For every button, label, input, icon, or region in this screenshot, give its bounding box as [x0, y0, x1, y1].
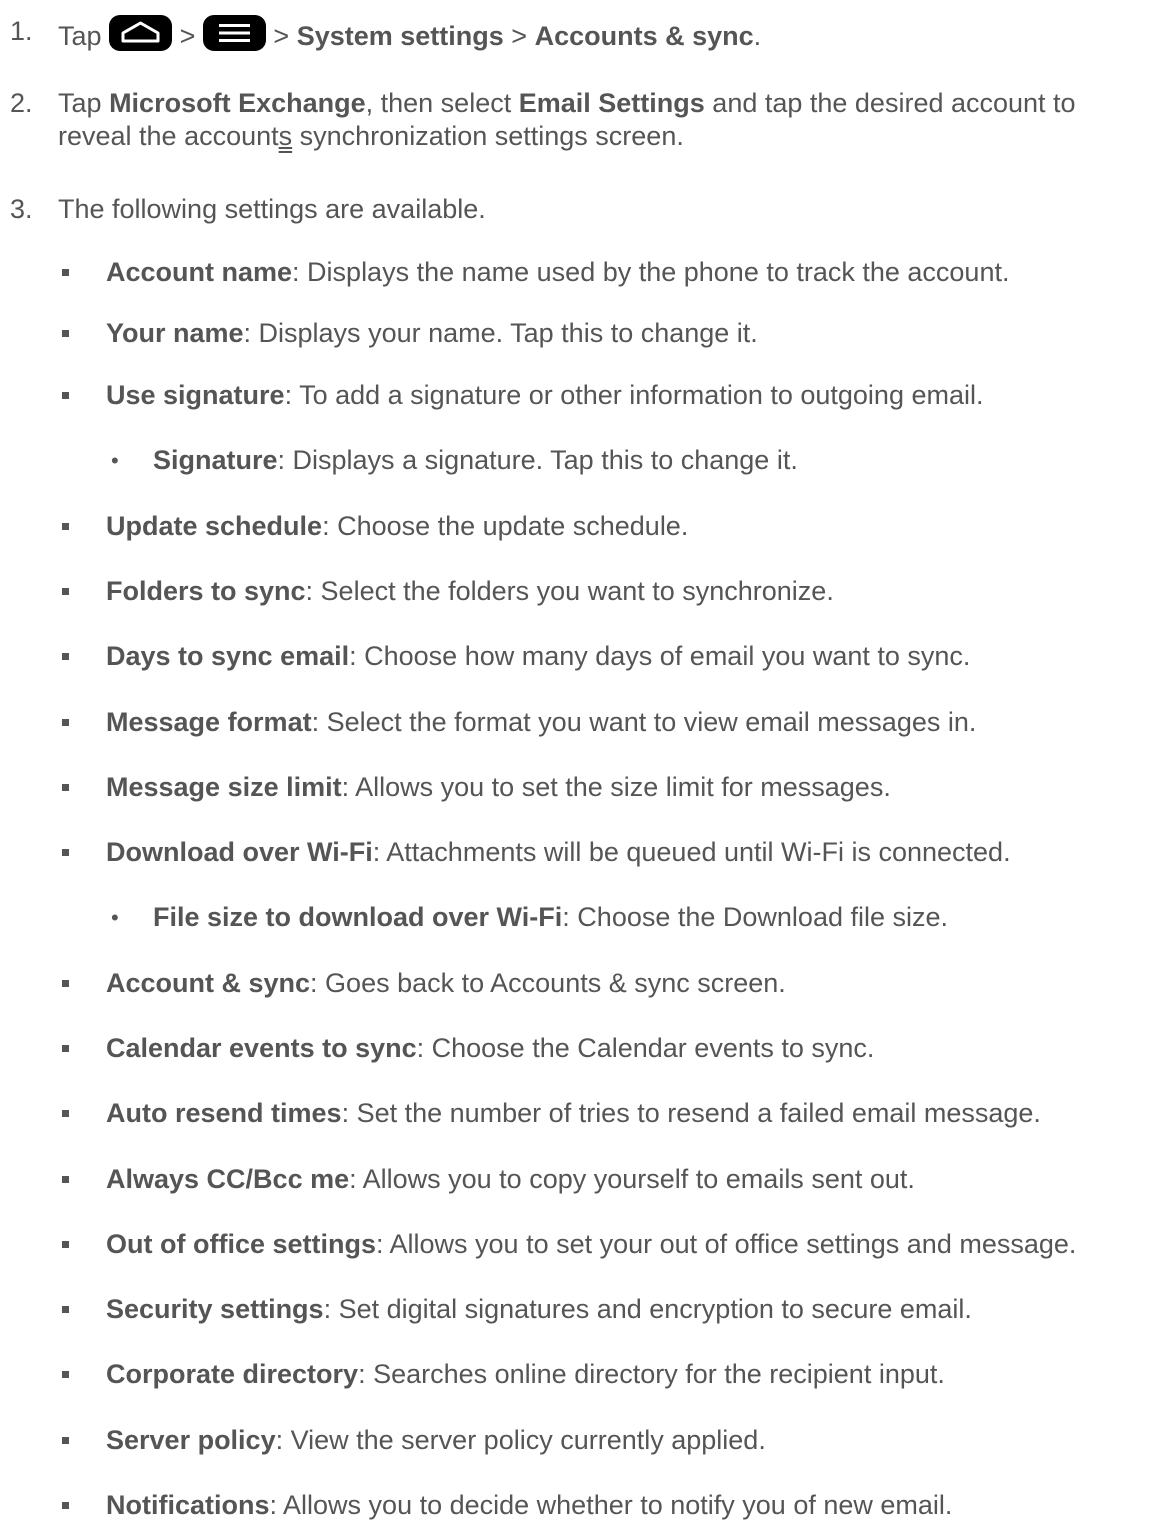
menu-icon	[202, 15, 266, 51]
square-bullet	[62, 1371, 69, 1378]
square-bullet	[62, 330, 69, 337]
square-bullet	[62, 1437, 69, 1444]
square-bullet	[62, 980, 69, 987]
dot-bullet: •	[111, 448, 119, 473]
square-bullet	[62, 784, 69, 791]
step-text: Tap Microsoft Exchange, then select Emai…	[58, 88, 1076, 151]
square-bullet	[62, 269, 69, 276]
step-text: Tap > > System settings > Accounts & syn…	[58, 15, 1168, 53]
square-bullet	[62, 719, 69, 726]
square-bullet	[62, 1110, 69, 1117]
step-number: 1.	[10, 16, 33, 46]
square-bullet	[62, 1502, 69, 1509]
dot-bullet: •	[111, 905, 119, 930]
square-bullet	[62, 849, 69, 856]
square-bullet	[62, 1306, 69, 1313]
square-bullet	[62, 1176, 69, 1183]
home-icon	[109, 15, 173, 51]
step-text: The following settings are available.	[58, 194, 486, 224]
square-bullet	[62, 653, 69, 660]
square-bullet	[62, 523, 69, 530]
square-bullet	[62, 392, 69, 399]
step-number: 3.	[10, 194, 33, 224]
square-bullet	[62, 588, 69, 595]
step-number: 2.	[10, 88, 33, 118]
square-bullet	[62, 1045, 69, 1052]
square-bullet	[62, 1241, 69, 1248]
